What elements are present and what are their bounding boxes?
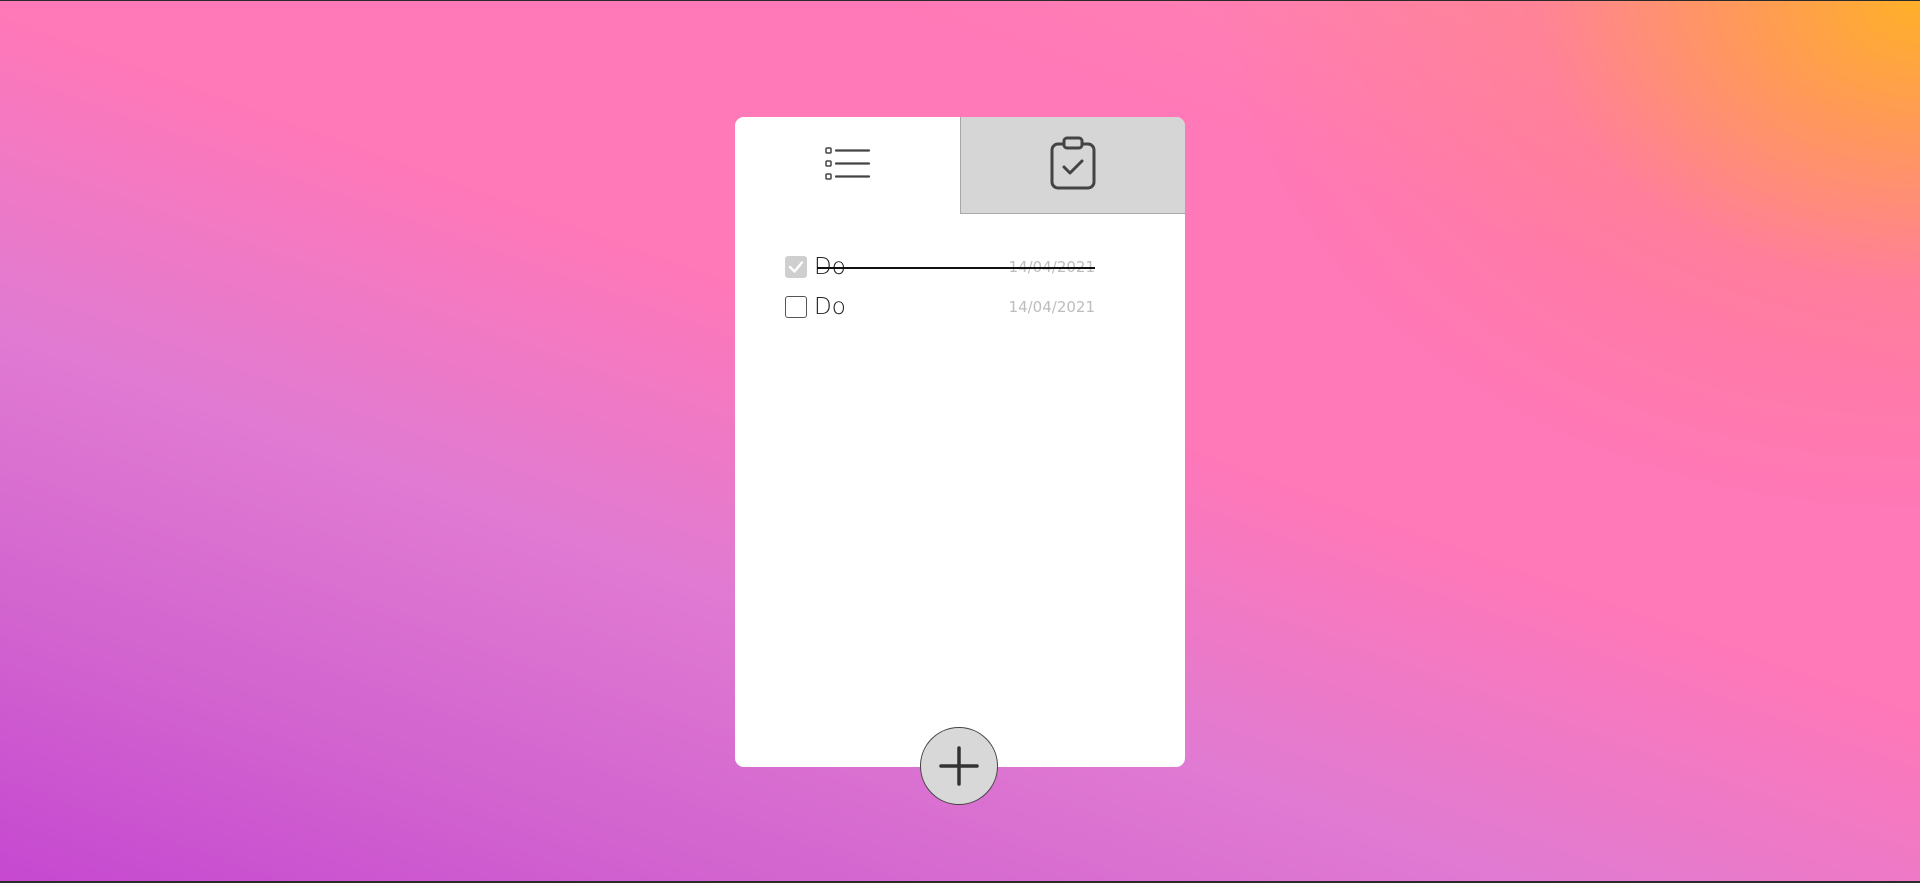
plus-icon <box>939 746 979 786</box>
add-todo-button[interactable] <box>920 727 998 805</box>
todo-item: Do 14/04/2021 <box>785 247 1125 287</box>
strikethrough-line <box>817 267 1095 269</box>
clipboard-check-icon <box>1049 136 1097 194</box>
todo-checkbox[interactable] <box>785 296 807 318</box>
todo-date: 14/04/2021 <box>1008 298 1095 316</box>
tab-completed[interactable] <box>960 117 1185 214</box>
tab-bar <box>735 117 1185 214</box>
checkmark-icon <box>788 261 804 273</box>
list-icon <box>824 145 871 187</box>
todo-item: Do 14/04/2021 <box>785 287 1125 327</box>
todo-checkbox-checked[interactable] <box>785 256 807 278</box>
window-top-border <box>0 0 1920 1</box>
todo-text: Do <box>814 294 846 320</box>
todo-list: Do 14/04/2021 Do 14/04/2021 <box>785 247 1125 327</box>
tab-todo-list[interactable] <box>735 117 960 214</box>
todo-card: Do 14/04/2021 Do 14/04/2021 <box>735 117 1185 767</box>
